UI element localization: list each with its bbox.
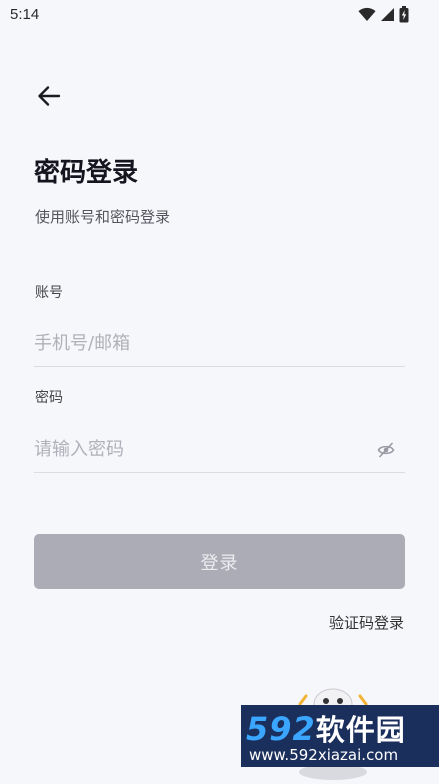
page-title: 密码登录 xyxy=(34,158,139,188)
back-button[interactable] xyxy=(34,84,64,112)
account-field xyxy=(34,322,405,367)
arrow-left-icon xyxy=(37,85,61,111)
battery-charging-icon xyxy=(399,6,409,27)
eye-off-icon[interactable] xyxy=(377,441,395,459)
password-label: 密码 xyxy=(35,390,63,406)
watermark-banner: 592软件园 www.592xiazai.com xyxy=(241,705,439,767)
wifi-icon xyxy=(358,7,376,26)
status-time: 5:14 xyxy=(10,6,40,23)
sms-code-login-link[interactable]: 验证码登录 xyxy=(329,612,404,633)
status-bar: 5:14 xyxy=(0,0,439,30)
cellular-signal-icon xyxy=(380,7,395,26)
password-input[interactable] xyxy=(34,434,364,464)
password-field xyxy=(34,428,405,473)
account-input[interactable] xyxy=(34,328,364,358)
page-subtitle: 使用账号和密码登录 xyxy=(35,208,171,226)
account-label: 账号 xyxy=(35,285,63,301)
login-button[interactable]: 登录 xyxy=(34,534,405,589)
watermark-brand: 592软件园 xyxy=(246,707,406,749)
watermark-brand-name: 软件园 xyxy=(315,713,406,747)
watermark-brand-number: 592 xyxy=(246,710,316,748)
status-icons xyxy=(358,6,409,27)
watermark-url: www.592xiazai.com xyxy=(249,746,399,764)
